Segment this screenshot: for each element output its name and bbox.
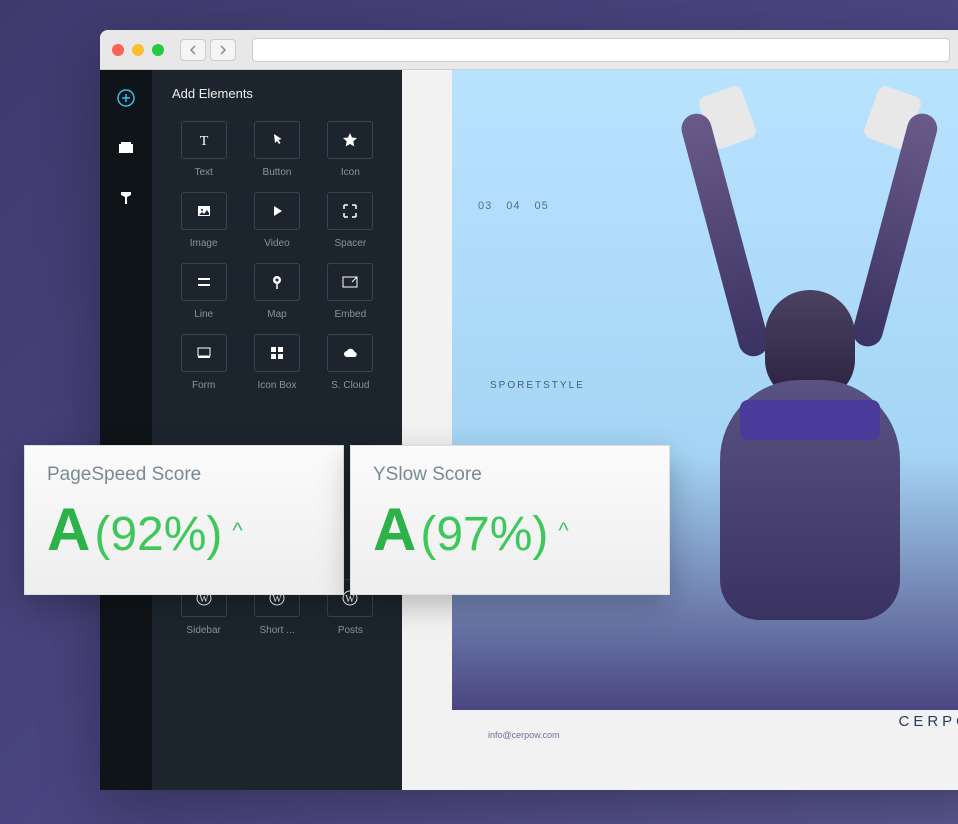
element-item-embed[interactable]: Embed bbox=[319, 263, 382, 320]
star-icon bbox=[327, 121, 373, 159]
element-item-map[interactable]: Map bbox=[245, 263, 308, 320]
hero-figure bbox=[650, 90, 958, 630]
back-button[interactable] bbox=[180, 39, 206, 61]
pin-icon bbox=[254, 263, 300, 301]
browser-nav-buttons bbox=[180, 39, 236, 61]
page-numbers: 03 04 05 bbox=[478, 200, 549, 212]
element-label: Map bbox=[267, 309, 286, 320]
score-percent: (97%) bbox=[420, 507, 548, 562]
element-item-image[interactable]: Image bbox=[172, 192, 235, 249]
close-window-icon[interactable] bbox=[112, 44, 124, 56]
lines-icon bbox=[181, 263, 227, 301]
app-body: Add Elements T Text Button Icon Image Video Sp… bbox=[100, 70, 958, 790]
elements-panel: Add Elements T Text Button Icon Image Video Sp… bbox=[152, 70, 402, 790]
element-label: Posts bbox=[338, 625, 363, 636]
svg-text:T: T bbox=[199, 134, 208, 148]
element-label: Spacer bbox=[334, 238, 366, 249]
score-percent: (92%) bbox=[94, 507, 222, 562]
page-number[interactable]: 04 bbox=[506, 200, 520, 212]
element-label: Text bbox=[194, 167, 212, 178]
style-rail-button[interactable] bbox=[112, 184, 140, 212]
page-number[interactable]: 03 bbox=[478, 200, 492, 212]
yslow-score-card: YSlow Score A (97%) ^ bbox=[350, 445, 670, 595]
element-label: Icon Box bbox=[258, 380, 297, 391]
score-cards: PageSpeed Score A (92%) ^ YSlow Score A … bbox=[24, 445, 670, 595]
svg-text:W: W bbox=[272, 594, 282, 605]
url-bar[interactable] bbox=[252, 38, 950, 62]
layers-rail-button[interactable] bbox=[112, 134, 140, 162]
email-label: info@cerpow.com bbox=[488, 730, 560, 740]
brand-label: CERPOW bbox=[899, 713, 958, 730]
add-elements-rail-button[interactable] bbox=[112, 84, 140, 112]
grade-letter: A bbox=[373, 500, 416, 560]
panel-title: Add Elements bbox=[172, 86, 382, 101]
expand-icon bbox=[327, 192, 373, 230]
design-canvas[interactable]: 03 04 05 SPORETSTYLE info@cerpow.com CER… bbox=[402, 70, 958, 790]
maximize-window-icon[interactable] bbox=[152, 44, 164, 56]
element-label: Video bbox=[264, 238, 289, 249]
svg-text:W: W bbox=[199, 594, 209, 605]
element-label: Button bbox=[263, 167, 292, 178]
left-rail bbox=[100, 70, 152, 790]
forward-button[interactable] bbox=[210, 39, 236, 61]
element-label: Embed bbox=[334, 309, 366, 320]
element-label: Sidebar bbox=[186, 625, 220, 636]
element-item-text[interactable]: T Text bbox=[172, 121, 235, 178]
score-value: A (92%) ^ bbox=[47, 500, 321, 562]
caret-up-icon: ^ bbox=[558, 518, 568, 544]
score-title: PageSpeed Score bbox=[47, 464, 321, 486]
caret-up-icon: ^ bbox=[232, 518, 242, 544]
element-item-icon[interactable]: Icon bbox=[319, 121, 382, 178]
element-item-s-cloud[interactable]: S. Cloud bbox=[319, 334, 382, 391]
grid-icon bbox=[254, 334, 300, 372]
cloud-icon bbox=[327, 334, 373, 372]
element-label: Icon bbox=[341, 167, 360, 178]
element-item-line[interactable]: Line bbox=[172, 263, 235, 320]
grade-letter: A bbox=[47, 500, 90, 560]
form-icon bbox=[181, 334, 227, 372]
element-label: Image bbox=[190, 238, 218, 249]
score-title: YSlow Score bbox=[373, 464, 647, 486]
traffic-lights bbox=[112, 44, 164, 56]
text-icon: T bbox=[181, 121, 227, 159]
pointer-icon bbox=[254, 121, 300, 159]
element-item-form[interactable]: Form bbox=[172, 334, 235, 391]
element-label: S. Cloud bbox=[331, 380, 369, 391]
element-label: Form bbox=[192, 380, 215, 391]
play-icon bbox=[254, 192, 300, 230]
element-label: Line bbox=[194, 309, 213, 320]
element-item-button[interactable]: Button bbox=[245, 121, 308, 178]
image-icon bbox=[181, 192, 227, 230]
svg-text:W: W bbox=[346, 594, 356, 605]
element-item-spacer[interactable]: Spacer bbox=[319, 192, 382, 249]
score-value: A (97%) ^ bbox=[373, 500, 647, 562]
pagespeed-score-card: PageSpeed Score A (92%) ^ bbox=[24, 445, 344, 595]
element-item-video[interactable]: Video bbox=[245, 192, 308, 249]
element-item-icon-box[interactable]: Icon Box bbox=[245, 334, 308, 391]
browser-chrome bbox=[100, 30, 958, 70]
element-label: Short ... bbox=[259, 625, 294, 636]
minimize-window-icon[interactable] bbox=[132, 44, 144, 56]
browser-window: Add Elements T Text Button Icon Image Video Sp… bbox=[100, 30, 958, 790]
embed-icon bbox=[327, 263, 373, 301]
sport-label: SPORETSTYLE bbox=[490, 380, 585, 391]
page-number[interactable]: 05 bbox=[535, 200, 549, 212]
